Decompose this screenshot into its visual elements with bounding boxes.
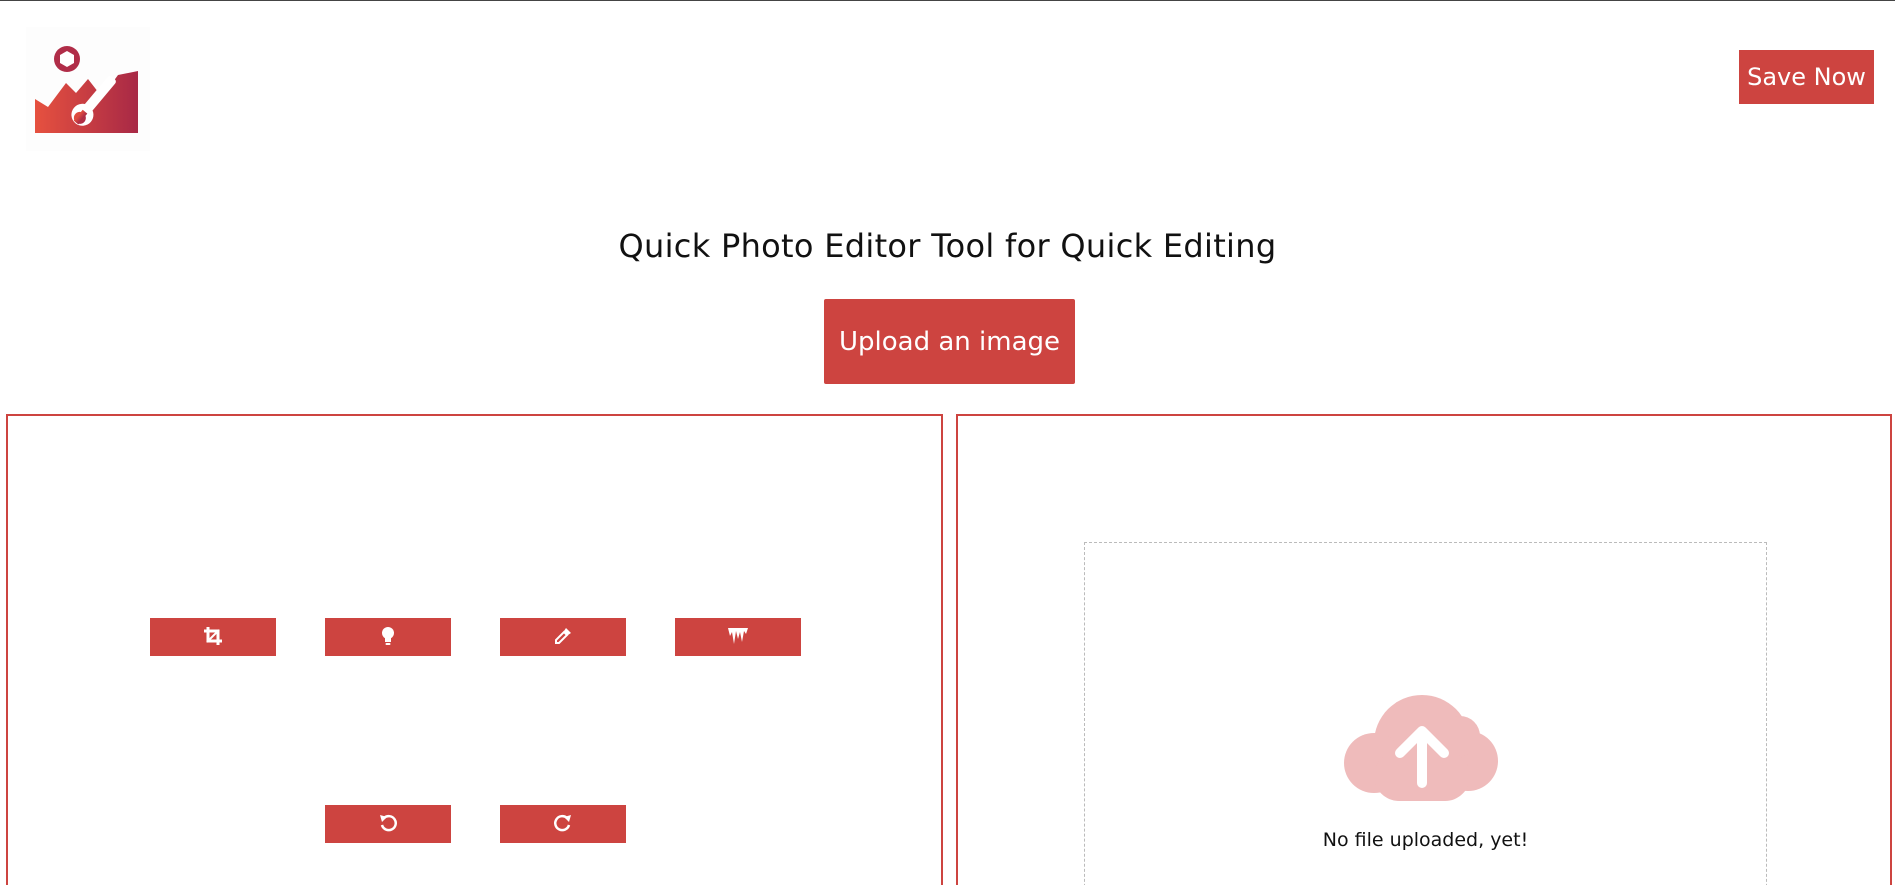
brightness-button[interactable] — [325, 618, 451, 656]
undo-button[interactable] — [325, 805, 451, 843]
icicles-icon — [727, 626, 749, 649]
cloud-upload-icon — [1342, 691, 1502, 806]
undo-icon — [378, 813, 398, 836]
save-now-button[interactable]: Save Now — [1739, 50, 1874, 104]
photo-editor-logo — [26, 27, 150, 151]
redo-icon — [553, 813, 573, 836]
page-title: Quick Photo Editor Tool for Quick Editin… — [618, 227, 1277, 265]
no-file-message: No file uploaded, yet! — [1322, 829, 1529, 851]
crop-button[interactable] — [150, 618, 276, 656]
eyedropper-button[interactable] — [500, 618, 626, 656]
preview-panel: No file uploaded, yet! — [956, 414, 1892, 885]
image-dropzone[interactable]: No file uploaded, yet! — [1084, 542, 1767, 885]
effects-button[interactable] — [675, 618, 801, 656]
lightbulb-icon — [380, 626, 396, 649]
upload-image-button[interactable]: Upload an image — [824, 299, 1075, 384]
redo-button[interactable] — [500, 805, 626, 843]
eyedropper-icon — [553, 626, 573, 649]
tools-panel — [6, 414, 943, 885]
crop-icon — [203, 626, 223, 649]
